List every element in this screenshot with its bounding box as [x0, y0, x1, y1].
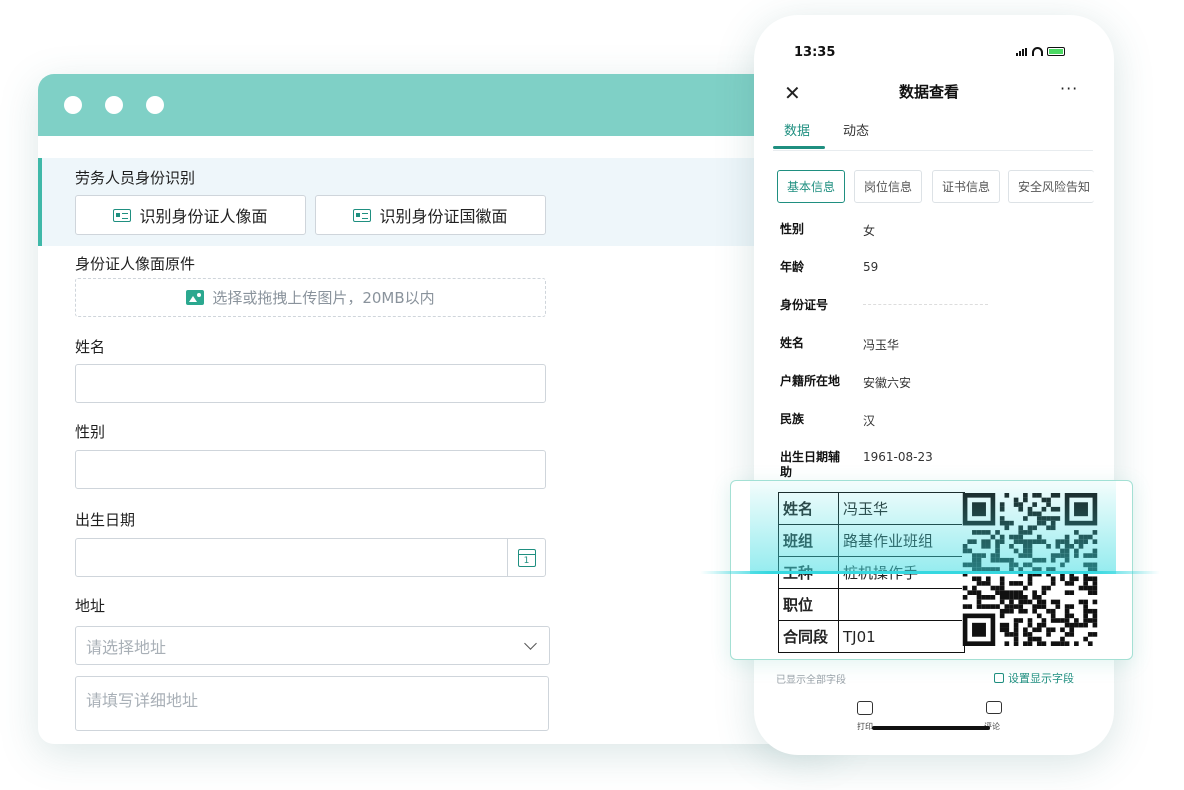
- window-title-bar: [38, 74, 838, 136]
- field-settings-link[interactable]: 设置显示字段: [994, 670, 1074, 686]
- chevron-down-icon: [524, 637, 537, 650]
- tab-activity[interactable]: 动态: [843, 120, 869, 139]
- form-window: 劳务人员身份识别 识别身份证人像面 识别身份证国徽面 身份证人像面原件 选择或拖…: [38, 74, 838, 744]
- tab-indicator: [773, 146, 825, 149]
- birth-date-input[interactable]: 1: [75, 538, 546, 577]
- badge-key: 班组: [778, 524, 839, 557]
- image-icon: [186, 290, 205, 305]
- tab-data[interactable]: 数据: [784, 120, 810, 139]
- subtab-safety[interactable]: 安全风险告知: [1008, 170, 1094, 203]
- gender-input[interactable]: [75, 450, 546, 489]
- field-settings-label: 设置显示字段: [1008, 672, 1074, 685]
- qr-code: [962, 493, 1098, 646]
- date-picker-button[interactable]: 1: [507, 539, 545, 576]
- calendar-icon: 1: [517, 548, 536, 567]
- subtab-position[interactable]: 岗位信息: [854, 170, 922, 203]
- name-input[interactable]: [75, 364, 546, 403]
- badge-value: TJ01: [838, 620, 965, 653]
- tab-divider: [773, 150, 1093, 151]
- print-label: 打印: [857, 722, 873, 731]
- home-indicator: [872, 726, 990, 730]
- recognize-emblem-label: 识别身份证国徽面: [379, 207, 508, 226]
- field-key: 姓名: [780, 336, 805, 350]
- subtab-basic[interactable]: 基本信息: [777, 170, 845, 203]
- field-key: 户籍所在地: [780, 374, 841, 388]
- subtab-certificate[interactable]: 证书信息: [932, 170, 1000, 203]
- status-time: 13:35: [794, 45, 836, 60]
- scan-line: [700, 571, 1160, 574]
- upload-hint: 选择或拖拽上传图片，20MB以内: [212, 289, 435, 307]
- recognize-portrait-label: 识别身份证人像面: [139, 207, 268, 226]
- field-key: 年龄: [780, 260, 805, 274]
- field-value: 安徽六安: [863, 376, 912, 390]
- upload-label: 身份证人像面原件: [75, 255, 196, 273]
- gender-label: 性别: [75, 423, 106, 441]
- field-key: 民族: [780, 412, 805, 426]
- section-title: 劳务人员身份识别: [75, 169, 196, 187]
- badge-key: 合同段: [778, 620, 839, 653]
- badge-row: 姓名 冯玉华: [778, 492, 965, 525]
- badge-value: 冯玉华: [838, 492, 965, 525]
- all-fields-shown: 已显示全部字段: [776, 675, 846, 686]
- field-value: 1961-08-23: [863, 450, 933, 464]
- address-select[interactable]: 请选择地址: [75, 626, 550, 665]
- field-key: 性别: [780, 222, 805, 236]
- address-detail-input[interactable]: 请填写详细地址: [75, 676, 549, 731]
- window-dot[interactable]: [64, 96, 82, 114]
- recognize-portrait-button[interactable]: 识别身份证人像面: [75, 195, 306, 235]
- birth-date-label: 出生日期: [75, 511, 136, 529]
- name-label: 姓名: [75, 338, 106, 356]
- page-title: 数据查看: [898, 83, 959, 101]
- badge-row: 职位: [778, 588, 965, 621]
- badge-row: 班组 路基作业班组: [778, 524, 965, 557]
- window-dot[interactable]: [105, 96, 123, 114]
- id-card-icon: [113, 208, 132, 222]
- id-number-masked: [863, 304, 988, 307]
- badge-value: [838, 588, 965, 621]
- print-icon[interactable]: [857, 701, 873, 715]
- field-key: 出生日期辅助: [780, 450, 841, 479]
- field-value: 女: [863, 224, 876, 238]
- address-select-placeholder: 请选择地址: [86, 637, 167, 657]
- address-label: 地址: [75, 597, 106, 615]
- recognize-emblem-button[interactable]: 识别身份证国徽面: [315, 195, 546, 235]
- more-icon[interactable]: ···: [1060, 79, 1078, 98]
- address-detail-placeholder: 请填写详细地址: [86, 691, 199, 710]
- comment-icon[interactable]: [986, 701, 1002, 714]
- status-icons: [1016, 47, 1065, 56]
- badge-row: 合同段 TJ01: [778, 620, 965, 653]
- image-upload-dropzone[interactable]: 选择或拖拽上传图片，20MB以内: [75, 278, 546, 317]
- signal-icon: [1016, 47, 1028, 56]
- id-card-icon: [353, 208, 372, 222]
- wifi-icon: [1032, 47, 1043, 56]
- battery-icon: [1047, 47, 1065, 56]
- field-value: 汉: [863, 414, 876, 428]
- field-key: 身份证号: [780, 298, 829, 312]
- settings-icon: [994, 673, 1004, 683]
- window-dot[interactable]: [146, 96, 164, 114]
- field-value: 59: [863, 260, 879, 274]
- section-accent: [38, 158, 42, 246]
- badge-value: 路基作业班组: [838, 524, 965, 557]
- field-value: 冯玉华: [863, 338, 900, 352]
- badge-key: 姓名: [778, 492, 839, 525]
- badge-key: 职位: [778, 588, 839, 621]
